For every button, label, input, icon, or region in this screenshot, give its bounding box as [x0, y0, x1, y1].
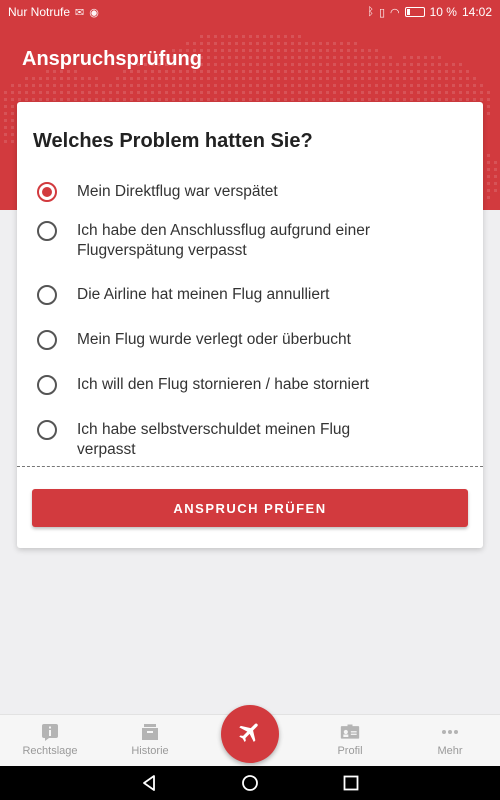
option-label: Die Airline hat meinen Flug annulliert	[77, 286, 330, 303]
radio-button[interactable]	[37, 182, 57, 202]
battery-percent: 10 %	[429, 5, 457, 19]
airplane-icon	[237, 719, 263, 750]
page-title: Anspruchsprüfung	[22, 48, 202, 70]
bluetooth-icon: ᛒ	[367, 6, 374, 18]
profile-icon	[340, 723, 360, 741]
option-label: Ich will den Flug stornieren / habe stor…	[77, 376, 370, 393]
system-navigation-bar	[0, 766, 500, 800]
carrier-label: Nur Notrufe	[8, 5, 71, 19]
radio-button[interactable]	[37, 285, 57, 305]
nav-label: Profil	[337, 745, 363, 757]
radio-button[interactable]	[37, 330, 57, 350]
nav-item-profil[interactable]: Profil	[300, 715, 400, 767]
more-icon	[440, 723, 460, 741]
nav-item-rechtslage[interactable]: Rechtslage	[0, 715, 100, 767]
flight-fab-button[interactable]	[221, 705, 279, 763]
radio-button[interactable]	[37, 221, 57, 241]
clock: 14:02	[461, 5, 492, 19]
back-icon[interactable]	[140, 774, 158, 792]
card-title: Welches Problem hatten Sie?	[33, 130, 313, 152]
option-label: Ich habe den Anschlussflug aufgrund eine…	[77, 222, 370, 259]
check-claim-button[interactable]: ANSPRUCH PRÜFEN	[32, 489, 468, 527]
nav-label: Historie	[131, 745, 169, 757]
history-icon	[140, 723, 160, 741]
dashed-divider	[17, 466, 483, 467]
recents-icon[interactable]	[342, 774, 360, 792]
battery-icon	[404, 7, 425, 17]
nav-label: Rechtslage	[22, 745, 78, 757]
nav-item-mehr[interactable]: Mehr	[400, 715, 500, 767]
home-icon[interactable]	[241, 774, 259, 792]
wifi-icon: ◠	[390, 6, 400, 19]
message-icon: ✉	[75, 6, 85, 19]
nav-label: Mehr	[437, 745, 463, 757]
vibrate-icon: ▯	[378, 6, 385, 19]
radio-button[interactable]	[37, 420, 57, 440]
option-label: Ich habe selbstverschuldet meinen Flug v…	[77, 421, 351, 458]
status-bar: Nur Notrufe ✉ ◉ ᛒ ▯ ◠ 10 % 14:02	[0, 0, 500, 24]
problem-card: Welches Problem hatten Sie? Mein Direktf…	[17, 102, 483, 548]
app-notification-icon: ◉	[89, 6, 99, 19]
option-label: Mein Direktflug war verspätet	[77, 183, 278, 200]
radio-button[interactable]	[37, 375, 57, 395]
option-label: Mein Flug wurde verlegt oder überbucht	[77, 331, 351, 348]
info-icon	[40, 723, 60, 741]
nav-item-historie[interactable]: Historie	[100, 715, 200, 767]
